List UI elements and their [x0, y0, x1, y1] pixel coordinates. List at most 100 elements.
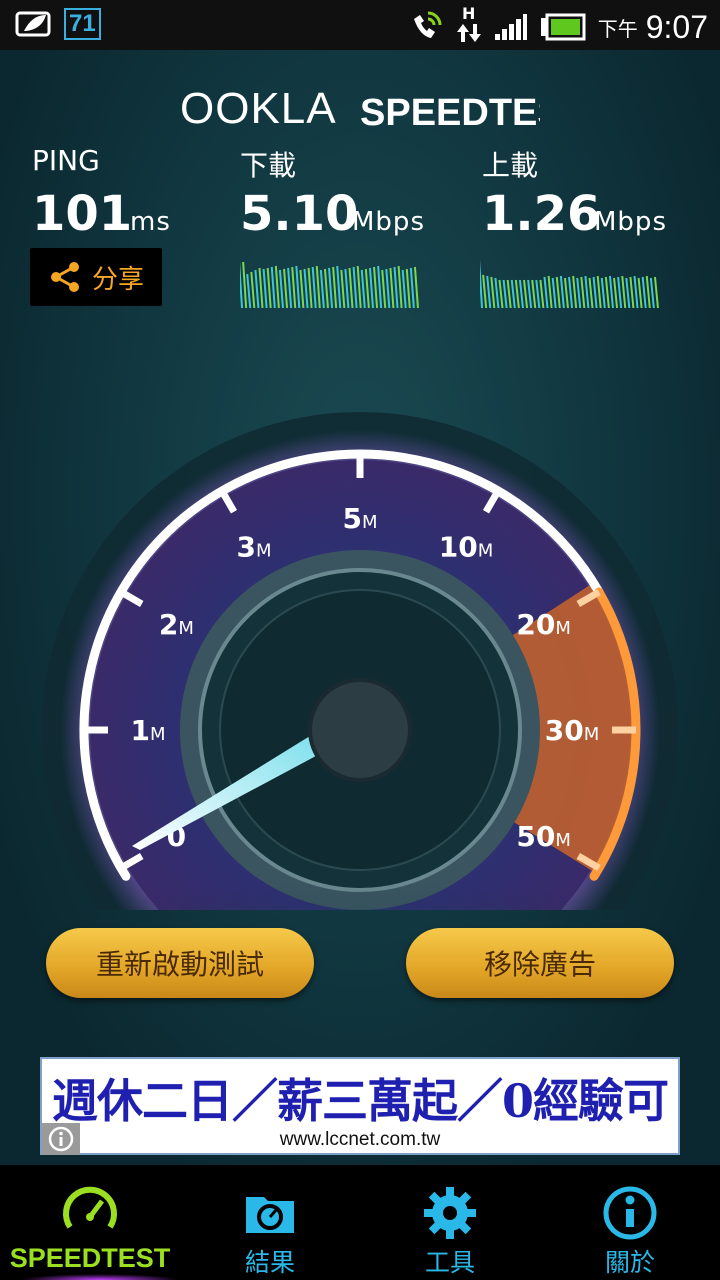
graph-bar — [531, 279, 537, 308]
speedtest-screen: OOKLA SPEEDTEST PING 101 ms 下載 5.10 Mbps… — [0, 50, 720, 1165]
graph-bar — [608, 275, 614, 308]
graph-bar — [580, 276, 586, 308]
graph-bar — [649, 277, 655, 308]
share-icon — [50, 262, 79, 292]
nav-results[interactable]: 結果 — [180, 1165, 360, 1280]
graph-bar — [283, 268, 289, 308]
share-button[interactable]: 分享 — [30, 248, 162, 306]
graph-bar — [486, 275, 492, 308]
graph-bar — [377, 265, 383, 308]
download-unit: Mbps — [352, 207, 425, 237]
restart-test-button[interactable]: 重新啟動測試 — [46, 928, 314, 998]
nav-speedtest-label: SPEEDTEST — [9, 1243, 171, 1273]
graph-bar — [621, 275, 627, 308]
upload-label: 上載 — [482, 149, 539, 182]
gear-icon — [424, 1187, 476, 1239]
graph-bar — [645, 275, 651, 308]
graph-bar — [258, 267, 264, 308]
graph-bar — [274, 265, 280, 308]
bottom-nav: SPEEDTEST 結果 工具 關於 — [0, 1165, 720, 1280]
graph-bar — [381, 269, 387, 308]
remove-ads-button[interactable]: 移除廣告 — [406, 928, 674, 998]
graph-bar — [405, 268, 411, 308]
graph-bar — [563, 277, 569, 308]
graph-bar — [262, 268, 268, 308]
graph-bar — [510, 279, 516, 308]
graph-bar — [336, 265, 342, 308]
graph-bar — [250, 271, 256, 308]
signal-icon — [494, 14, 527, 40]
graph-bar — [617, 276, 623, 308]
ad-headline: 週休二日／薪三萬起／0經驗可 — [51, 1074, 669, 1128]
graph-bar — [393, 266, 399, 308]
graph-bar — [270, 266, 276, 308]
battery-icon — [540, 13, 586, 41]
graph-bar — [547, 275, 553, 308]
graph-bar — [637, 277, 643, 308]
upload-unit: Mbps — [594, 207, 667, 237]
nav-results-label: 結果 — [244, 1248, 295, 1277]
graph-bar — [506, 279, 512, 308]
graph-bar — [494, 277, 500, 308]
ping-value: 101 — [32, 186, 133, 242]
graph-bar — [490, 276, 496, 308]
graph-bar — [588, 277, 594, 308]
status-bar: 71 H 下午 9:07 — [0, 0, 720, 50]
network-type: H — [456, 6, 482, 48]
graph-bar — [498, 279, 504, 308]
notification-badge: 71 — [64, 8, 101, 40]
graph-bar — [295, 265, 301, 308]
graph-bar — [319, 269, 325, 308]
upload-value: 1.26 — [482, 186, 601, 242]
graph-bar — [348, 267, 354, 308]
graph-bar — [592, 276, 598, 308]
graph-bar — [596, 275, 602, 308]
graph-bar — [613, 277, 619, 308]
graph-bar — [527, 279, 533, 308]
results-icon — [246, 1197, 294, 1233]
clock-ampm: 下午 — [597, 16, 638, 41]
graph-bar — [368, 267, 374, 308]
graph-bar — [523, 279, 529, 308]
graph-bar — [389, 267, 395, 308]
graph-bar — [535, 279, 541, 308]
graph-bar — [352, 266, 358, 308]
ping-unit: ms — [130, 207, 171, 237]
graph-bar — [299, 269, 305, 308]
nav-about[interactable]: 關於 — [540, 1165, 720, 1280]
graph-bar — [266, 267, 272, 308]
graph-bar — [625, 277, 631, 308]
ad-banner[interactable]: 週休二日／薪三萬起／0經驗可 www.lccnet.com.tw — [40, 1057, 680, 1155]
ookla-logo: OOKLA SPEEDTEST — [180, 85, 540, 134]
graph-bar — [482, 274, 488, 308]
graph-bar — [600, 277, 606, 308]
graph-bar — [328, 267, 334, 308]
notification-leaf-icon — [15, 11, 51, 37]
info-icon — [603, 1186, 657, 1240]
graph-bar — [641, 276, 647, 308]
graph-bar — [240, 261, 244, 308]
data-arrows-icon — [456, 24, 481, 42]
ad-info-icon[interactable] — [42, 1123, 80, 1155]
nav-tools-label: 工具 — [424, 1248, 475, 1277]
graph-bar — [254, 269, 260, 308]
graph-bar — [307, 267, 313, 308]
graph-bar — [413, 266, 419, 308]
graph-bar — [629, 276, 635, 308]
ping-label: PING — [32, 144, 100, 177]
graph-bar — [242, 261, 248, 308]
graph-bar — [344, 268, 350, 308]
graph-bar — [576, 277, 582, 308]
graph-bar — [480, 259, 484, 308]
graph-bar — [323, 268, 329, 308]
graph-bar — [311, 266, 317, 308]
graph-bar — [356, 265, 362, 308]
nav-tools[interactable]: 工具 — [360, 1165, 540, 1280]
graph-bar — [584, 275, 590, 308]
graph-bar — [514, 279, 520, 308]
nav-speedtest[interactable]: SPEEDTEST — [0, 1165, 180, 1280]
brand-header: OOKLA SPEEDTEST — [0, 85, 720, 135]
graph-bar — [385, 268, 391, 308]
graph-bar — [572, 275, 578, 308]
graph-bar — [604, 276, 610, 308]
